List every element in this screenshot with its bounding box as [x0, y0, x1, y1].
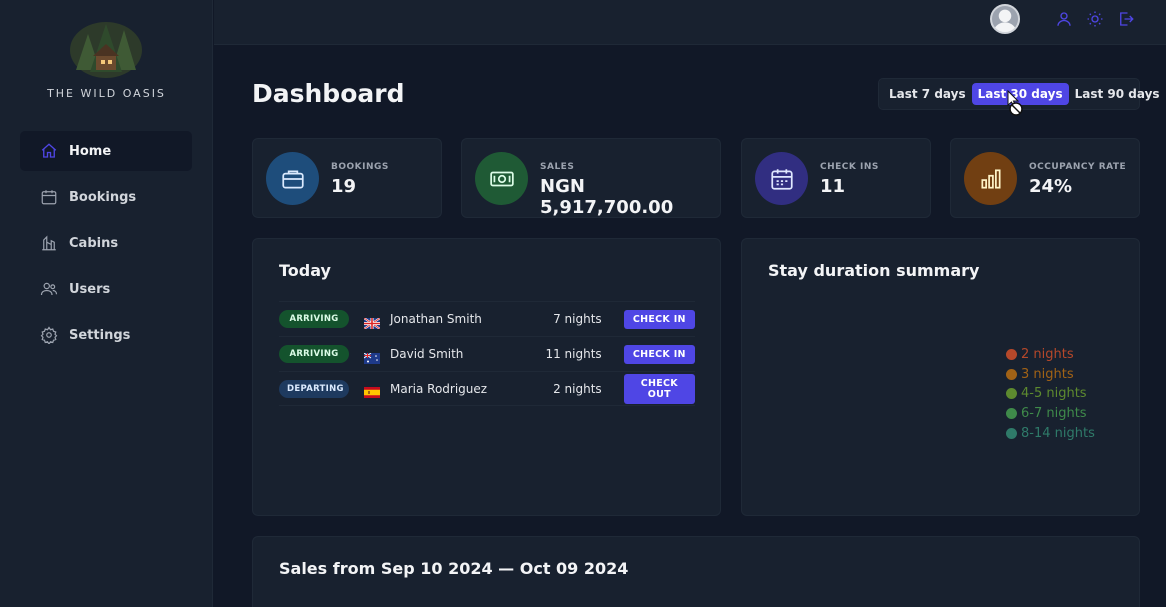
guest-name: David Smith [390, 347, 464, 361]
stat-bookings: BOOKINGS 19 [252, 138, 442, 218]
sidebar-item-label: Settings [69, 327, 131, 343]
legend-item: 8-14 nights [1006, 423, 1095, 443]
calendar-days-icon [755, 152, 808, 205]
avatar[interactable] [990, 4, 1020, 34]
check-in-button[interactable]: CHECK IN [623, 309, 695, 329]
header [214, 0, 1166, 45]
calendar-icon [40, 188, 58, 206]
guest-name: Maria Rodriguez [390, 381, 488, 396]
guest-name: Jonathan Smith [390, 312, 482, 326]
briefcase-icon [266, 152, 319, 205]
cabin-icon [40, 234, 58, 252]
logout-icon[interactable] [1117, 10, 1135, 28]
stat-label: OCCUPANCY RATE [1029, 162, 1127, 172]
sidebar-item-cabins[interactable]: Cabins [20, 223, 192, 263]
nights: 7 nights [553, 312, 602, 326]
legend-label: 3 nights [1021, 366, 1074, 382]
cursor-not-allowed-icon [1005, 89, 1025, 118]
legend-dot [1006, 368, 1017, 380]
stat-check-ins: CHECK INS 11 [741, 138, 931, 218]
filter-last-90-days[interactable]: Last 90 days [1069, 83, 1166, 105]
legend-label: 2 nights [1021, 347, 1074, 363]
legend-dot [1006, 388, 1017, 400]
flag-es-icon [364, 383, 380, 398]
filter-last-7-days[interactable]: Last 7 days [883, 83, 972, 105]
panel-title: Sales from Sep 10 2024 — Oct 09 2024 [279, 559, 629, 578]
sidebar-item-label: Bookings [69, 189, 137, 205]
list-item: ARRIVING David Smith 11 nights CHECK IN [279, 336, 695, 371]
home-icon [40, 142, 58, 160]
stat-label: CHECK INS [820, 162, 879, 172]
check-out-button[interactable]: CHECK OUT [623, 373, 695, 404]
stat-value: 11 [820, 176, 846, 197]
nights: 2 nights [553, 381, 602, 396]
panel-title: Today [279, 261, 331, 280]
sidebar: THE WILD OASIS Home Bookings Cabins User… [0, 0, 213, 607]
main-content: Dashboard Last 7 days Last 30 days Last … [214, 46, 1166, 607]
legend-dot [1006, 349, 1017, 361]
sidebar-item-home[interactable]: Home [20, 131, 192, 171]
logo [70, 20, 142, 78]
user-icon[interactable] [1055, 10, 1073, 28]
brand-name: THE WILD OASIS [47, 87, 166, 100]
legend-label: 4-5 nights [1021, 386, 1087, 402]
sidebar-item-settings[interactable]: Settings [20, 315, 192, 355]
sidebar-item-label: Users [69, 281, 111, 297]
stat-value: 19 [331, 176, 357, 197]
sidebar-item-bookings[interactable]: Bookings [20, 177, 192, 217]
sidebar-item-label: Home [69, 143, 112, 159]
sales-panel: Sales from Sep 10 2024 — Oct 09 2024 [252, 536, 1140, 607]
list-item: DEPARTING Maria Rodriguez 2 nights CHECK… [279, 371, 695, 406]
sidebar-nav: Home Bookings Cabins Users Settings [20, 131, 192, 361]
legend-label: 6-7 nights [1021, 406, 1087, 422]
sidebar-item-users[interactable]: Users [20, 269, 192, 309]
stay-duration-panel: Stay duration summary 2 nights 3 nights … [741, 238, 1140, 516]
flag-uk-icon [363, 314, 381, 330]
stat-value: NGN 5,917,700.00 [540, 176, 674, 218]
flag-au-icon [363, 349, 380, 364]
check-in-button[interactable]: CHECK IN [623, 344, 695, 364]
legend-item: 2 nights [1006, 345, 1095, 365]
gear-icon [40, 326, 58, 344]
legend-label: 8-14 nights [1021, 425, 1095, 441]
today-panel: Today ARRIVING Jonathan Smith 7 nights C… [252, 238, 721, 516]
stat-occupancy-rate: OCCUPANCY RATE 24% [950, 138, 1140, 218]
stat-label: BOOKINGS [331, 162, 389, 172]
banknotes-icon [475, 152, 528, 205]
nights: 11 nights [545, 347, 602, 361]
legend-item: 6-7 nights [1006, 404, 1095, 424]
users-icon [40, 280, 58, 298]
stat-label: SALES [540, 162, 575, 172]
panel-title: Stay duration summary [768, 261, 980, 280]
status-badge: DEPARTING [279, 379, 349, 398]
list-item: ARRIVING Jonathan Smith 7 nights CHECK I… [279, 301, 695, 336]
stat-value: 24% [1029, 176, 1073, 197]
status-badge: ARRIVING [279, 345, 349, 363]
chart-legend: 2 nights 3 nights 4-5 nights 6-7 nights … [1006, 345, 1095, 443]
legend-dot [1006, 408, 1017, 420]
sidebar-item-label: Cabins [69, 235, 119, 251]
status-badge: ARRIVING [279, 310, 349, 328]
sun-icon[interactable] [1086, 10, 1104, 28]
legend-item: 3 nights [1006, 365, 1095, 385]
chart-bar-icon [964, 152, 1017, 205]
stat-sales: SALES NGN 5,917,700.00 [461, 138, 721, 218]
legend-item: 4-5 nights [1006, 384, 1095, 404]
page-title: Dashboard [252, 79, 405, 108]
legend-dot [1006, 427, 1017, 439]
